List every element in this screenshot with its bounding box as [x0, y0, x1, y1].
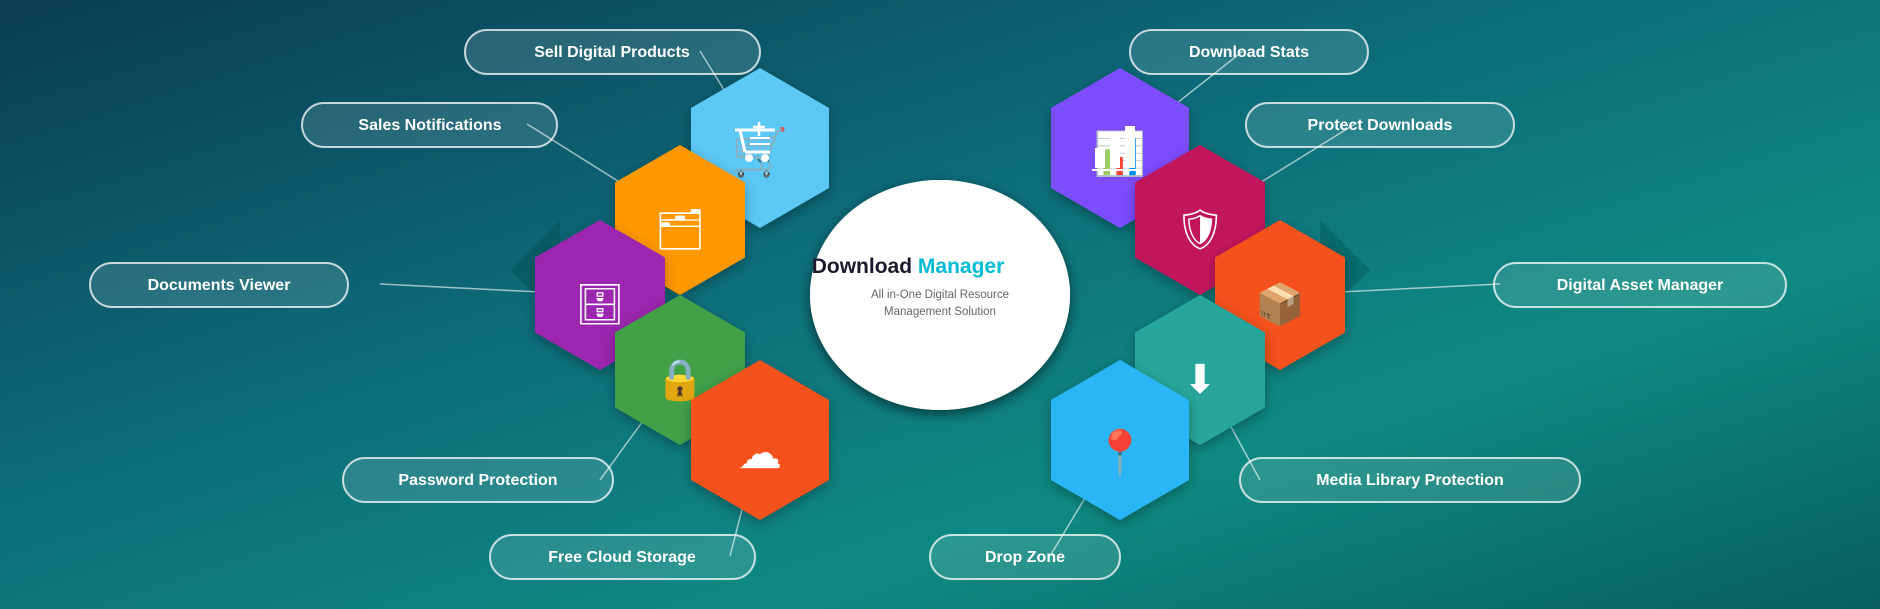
center-card [810, 180, 1070, 410]
center-subtitle-line2: Management Solution [886, 303, 993, 315]
svg-text:🗄: 🗄 [575, 283, 626, 327]
svg-text:All in-One Digital Resource: All in-One Digital Resource [871, 289, 1009, 301]
label-sales-notifications: Sales Notifications [358, 117, 501, 134]
label-sell-digital-products: Sell Digital Products [534, 44, 690, 61]
center-subtitle-line1: All in-One Digital Resource [874, 286, 1006, 298]
label-password-protection: Password Protection [398, 472, 557, 489]
label-free-cloud-storage: Free Cloud Storage [548, 549, 696, 566]
svg-text:Download Manager: Download Manager [812, 255, 1005, 278]
svg-text:Management Solution: Management Solution [886, 310, 993, 322]
svg-text:☁: ☁ [738, 429, 782, 478]
label-media-library-protection: Media Library Protection [1316, 472, 1504, 489]
svg-text:🔒: 🔒 [655, 358, 705, 402]
label-protect-downloads: Protect Downloads [1308, 117, 1453, 134]
svg-text:🛡: 🛡 [1175, 208, 1226, 252]
center-title-black: Download [887, 245, 992, 270]
background: 🛒 📊 🗂 🛡 🗄 📦 🔒 ⬇ ☁ [0, 0, 1880, 609]
svg-text:Download: Download [862, 260, 962, 283]
svg-text:📍: 📍 [1093, 428, 1148, 478]
svg-text:🗂: 🗂 [655, 208, 706, 252]
svg-text:🛒: 🛒 [731, 126, 788, 179]
svg-text:Manager: Manager [932, 260, 1018, 283]
svg-text:⬇: ⬇ [1183, 358, 1217, 402]
svg-text:📦: 📦 [1255, 281, 1305, 327]
label-download-stats: Download Stats [1189, 44, 1309, 61]
label-drop-zone: Drop Zone [985, 549, 1065, 566]
diagram-svg: 🛒 📊 🗂 🛡 🗄 📦 🔒 ⬇ ☁ [0, 0, 1880, 609]
label-documents-viewer: Documents Viewer [148, 277, 291, 294]
svg-text:Management Solution: Management Solution [884, 306, 996, 318]
svg-text:📊: 📊 [1094, 129, 1146, 178]
svg-text:All in-One Digital Resource: All in-One Digital Resource [874, 294, 1006, 306]
label-digital-asset-manager: Digital Asset Manager [1557, 277, 1724, 294]
